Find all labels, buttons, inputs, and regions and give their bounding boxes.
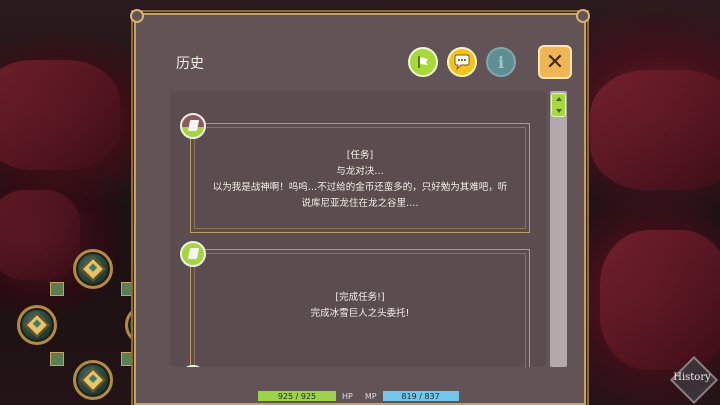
hp-value: 925 / 925 [277, 391, 317, 401]
background-rock [0, 190, 80, 280]
entry-heading: [完成任务!] [335, 292, 385, 303]
mp-value: 819 / 837 [401, 391, 440, 401]
dpad-diagonal-icon[interactable] [121, 282, 135, 296]
info-icon: i [497, 52, 505, 72]
info-tab[interactable]: i [486, 47, 516, 77]
dpad-down-button[interactable] [73, 360, 113, 400]
entry-line: 说库尼亚龙住在龙之谷里…. [301, 198, 419, 209]
close-icon: ✕ [545, 49, 565, 75]
dpad-diagonal-icon[interactable] [50, 282, 64, 296]
entry-status-badge [180, 241, 206, 267]
history-entry: [任务] 与龙对决… 以为我是战神啊！呜呜…不过给的金币还蛮多的，只好勉为其难吧… [190, 123, 530, 233]
hp-bar: 925 / 925 [258, 391, 336, 401]
entry-text: [任务] 与龙对决… 以为我是战神啊！呜呜…不过给的金币还蛮多的，只好勉为其难吧… [191, 148, 529, 212]
entry-text: [完成任务!] 完成冰雪巨人之头委托! [191, 290, 529, 322]
dpad-diagonal-icon[interactable] [121, 352, 135, 366]
chat-tab[interactable] [447, 47, 477, 77]
entry-status-badge [180, 113, 206, 139]
frame-corner-ornament [130, 9, 144, 23]
history-list[interactable]: [任务] 与龙对决… 以为我是战神啊！呜呜…不过给的金币还蛮多的，只好勉为其难吧… [170, 91, 546, 367]
entry-heading: [任务] [346, 150, 374, 161]
left-arrow-icon [24, 312, 50, 338]
history-button-label: History [673, 372, 711, 383]
background-rock [0, 60, 120, 170]
entry-line: 以为我是战神啊！呜呜…不过给的金币还蛮多的，只好勉为其难吧，听 [212, 182, 508, 193]
history-button[interactable]: History [668, 354, 719, 405]
up-arrow-icon [80, 256, 106, 282]
dialog-title: 历史 [176, 56, 204, 72]
quest-flag-icon [418, 56, 428, 68]
status-bar: 925 / 925 HP MP 819 / 837 [258, 390, 459, 402]
hp-label: HP [342, 391, 353, 401]
dpad-up-button[interactable] [73, 249, 113, 289]
background-rock [600, 230, 720, 370]
quest-flag-icon [187, 248, 200, 259]
background-rock [590, 70, 720, 190]
mp-label: MP [364, 391, 377, 401]
close-button[interactable]: ✕ [538, 45, 572, 79]
quest-tab[interactable] [408, 47, 438, 77]
quest-flag-icon [187, 120, 200, 131]
history-dialog: 历史 i ✕ [任务] 与龙对决… 以为我是战神啊！呜呜…不过给的金币还蛮多的，… [130, 9, 590, 405]
mp-bar: 819 / 837 [382, 391, 459, 401]
chat-bubble-icon [454, 54, 470, 70]
dpad-left-button[interactable] [17, 305, 57, 345]
entry-line: 与龙对决… [336, 166, 384, 177]
scrollbar[interactable] [550, 91, 567, 367]
history-entry: [完成任务!] 完成冰雪巨人之头委托! [190, 249, 530, 367]
frame-corner-ornament [576, 9, 590, 23]
scrollbar-thumb[interactable] [551, 93, 566, 117]
entry-line: 完成冰雪巨人之头委托! [310, 308, 410, 319]
dpad-diagonal-icon[interactable] [50, 352, 64, 366]
down-arrow-icon [80, 367, 106, 393]
